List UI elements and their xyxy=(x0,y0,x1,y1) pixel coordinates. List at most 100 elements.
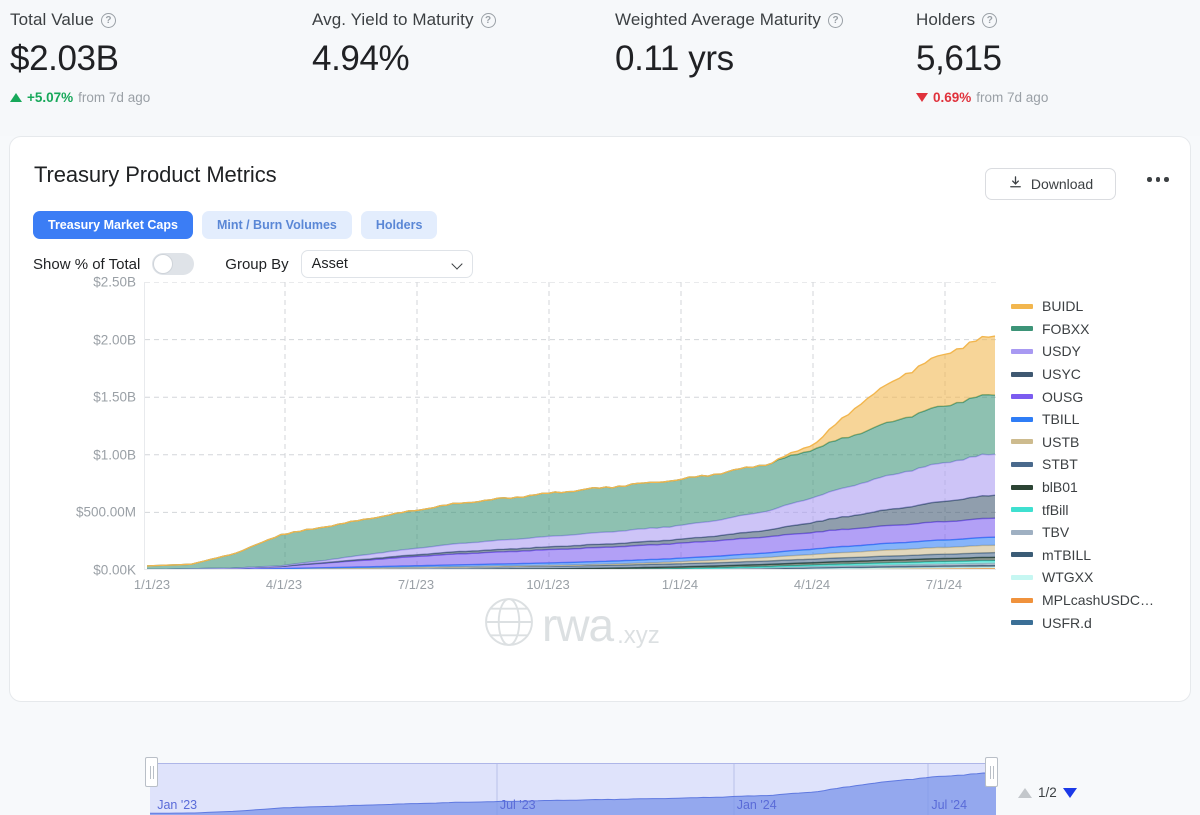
x-axis-tick: 10/1/23 xyxy=(526,577,570,592)
legend-item[interactable]: USYC xyxy=(1011,363,1191,386)
stat-label: Weighted Average Maturity xyxy=(615,10,821,29)
legend-swatch xyxy=(1011,303,1033,309)
help-icon[interactable]: ? xyxy=(982,12,998,28)
stat-delta: +5.07% from 7d ago xyxy=(10,90,150,105)
toggle-knob xyxy=(153,254,174,274)
legend-item[interactable]: USDY xyxy=(1011,340,1191,363)
time-range-brush[interactable]: Jan '23 Jul '23 Jan '24 Jul '24 xyxy=(150,763,996,815)
legend-item[interactable]: WTGXX xyxy=(1011,566,1191,589)
stat-delta-period: from 7d ago xyxy=(78,90,151,105)
legend-label: USDY xyxy=(1042,343,1081,360)
brush-tick-label: Jan '23 xyxy=(157,798,198,812)
brush-tick-label: Jul '23 xyxy=(499,798,536,812)
stat-label: Holders xyxy=(916,10,976,29)
legend-label: OUSG xyxy=(1042,388,1084,405)
stat-card: Avg. Yield to Maturity ? 4.94% xyxy=(312,10,496,79)
arrow-down-icon xyxy=(916,93,928,102)
stat-delta-period: from 7d ago xyxy=(976,90,1049,105)
legend-page-down-icon[interactable] xyxy=(1062,787,1077,798)
metric-tabs: Treasury Market Caps Mint / Burn Volumes H… xyxy=(33,211,438,239)
stacked-area-plot[interactable] xyxy=(144,282,996,570)
legend-swatch xyxy=(1011,326,1033,332)
show-percent-label: Show % of Total xyxy=(33,255,141,273)
legend-label: tfBill xyxy=(1042,501,1069,518)
y-axis-tick: $2.00B xyxy=(93,332,136,348)
legend-page-up-icon[interactable] xyxy=(1018,787,1032,798)
chevron-down-icon xyxy=(451,258,463,270)
legend-label: blB01 xyxy=(1042,479,1078,496)
stat-card: Total Value ? $2.03B +5.07% from 7d ago xyxy=(10,10,150,105)
brush-handle-right[interactable] xyxy=(985,757,998,787)
stat-value: 5,615 xyxy=(916,39,1002,78)
y-axis-tick: $1.00B xyxy=(93,447,136,463)
brush-tick-label: Jan '24 xyxy=(736,798,777,812)
legend-item[interactable]: tfBill xyxy=(1011,498,1191,521)
legend-item[interactable]: mTBILL xyxy=(1011,544,1191,567)
y-axis: $0.00K $500.00M $1.00B $1.50B $2.00B $2.50B xyxy=(10,275,144,578)
legend-item[interactable]: TBV xyxy=(1011,521,1191,544)
legend-swatch xyxy=(1011,529,1033,535)
legend-swatch xyxy=(1011,620,1033,626)
legend-swatch xyxy=(1011,574,1033,580)
legend-item[interactable]: USFR.d xyxy=(1011,611,1191,634)
stat-delta-value: 0.69% xyxy=(933,90,972,105)
legend-label: STBT xyxy=(1042,456,1078,473)
download-button[interactable]: Download xyxy=(985,168,1116,200)
legend-pager: 1/2 xyxy=(1018,785,1077,800)
legend-item[interactable]: MPLcashUSDC… xyxy=(1011,589,1191,612)
stat-card: Weighted Average Maturity ? 0.11 yrs xyxy=(615,10,843,79)
legend-swatch xyxy=(1011,371,1033,377)
stat-value: 0.11 yrs xyxy=(615,39,734,78)
help-icon[interactable]: ? xyxy=(828,12,843,28)
x-axis-tick: 7/1/23 xyxy=(397,577,435,592)
help-icon[interactable]: ? xyxy=(100,12,116,28)
legend-label: USFR.d xyxy=(1042,614,1092,631)
x-axis-tick: 7/1/24 xyxy=(925,577,963,592)
y-axis-tick: $0.00K xyxy=(93,562,136,578)
brush-svg xyxy=(150,764,996,815)
legend-label: USYC xyxy=(1042,366,1081,383)
kebab-menu-icon[interactable] xyxy=(1147,177,1169,182)
legend-item[interactable]: BUIDL xyxy=(1011,295,1191,318)
legend-item[interactable]: TBILL xyxy=(1011,408,1191,431)
group-by-value: Asset xyxy=(311,256,348,272)
stat-delta-value: +5.07% xyxy=(27,90,74,105)
y-axis-tick: $1.50B xyxy=(93,389,136,405)
x-axis-tick: 4/1/23 xyxy=(265,577,303,592)
chart-legend: BUIDL FOBXX USDY USYC OUSG TBILL USTB ST… xyxy=(1011,295,1191,634)
legend-swatch xyxy=(1011,416,1033,422)
series-area xyxy=(147,569,995,570)
tab-treasury-market-caps[interactable]: Treasury Market Caps xyxy=(33,211,193,239)
stat-label: Avg. Yield to Maturity xyxy=(312,10,474,29)
stat-label: Total Value xyxy=(10,10,94,29)
brush-tick-label: Jul '24 xyxy=(931,798,968,812)
stat-card: Holders ? 5,615 0.69% from 7d ago xyxy=(916,10,1048,105)
x-axis-tick: 4/1/24 xyxy=(793,577,831,592)
download-icon xyxy=(1008,175,1023,193)
series-line xyxy=(829,568,995,569)
stat-value: 4.94% xyxy=(312,39,410,78)
brush-handle-left[interactable] xyxy=(145,757,158,787)
legend-label: TBV xyxy=(1042,524,1070,541)
legend-item[interactable]: FOBXX xyxy=(1011,318,1191,341)
x-axis-tick: 1/1/24 xyxy=(661,577,699,592)
legend-swatch xyxy=(1011,348,1033,354)
legend-item[interactable]: blB01 xyxy=(1011,476,1191,499)
legend-label: MPLcashUSDC… xyxy=(1042,592,1155,609)
group-by-select[interactable]: Asset xyxy=(300,250,473,278)
stat-value: $2.03B xyxy=(10,39,119,78)
group-by-label: Group By xyxy=(225,255,289,273)
legend-item[interactable]: USTB xyxy=(1011,431,1191,454)
arrow-up-icon xyxy=(10,93,22,102)
help-icon[interactable]: ? xyxy=(480,12,496,28)
tab-holders[interactable]: Holders xyxy=(360,211,438,239)
legend-item[interactable]: OUSG xyxy=(1011,385,1191,408)
legend-label: BUIDL xyxy=(1042,298,1084,315)
tab-mint-burn-volumes[interactable]: Mint / Burn Volumes xyxy=(201,211,352,239)
legend-label: FOBXX xyxy=(1042,320,1090,337)
legend-item[interactable]: STBT xyxy=(1011,453,1191,476)
legend-swatch xyxy=(1011,461,1033,467)
show-percent-toggle[interactable] xyxy=(152,253,195,275)
legend-page-indicator: 1/2 xyxy=(1038,785,1057,800)
legend-swatch xyxy=(1011,507,1033,513)
